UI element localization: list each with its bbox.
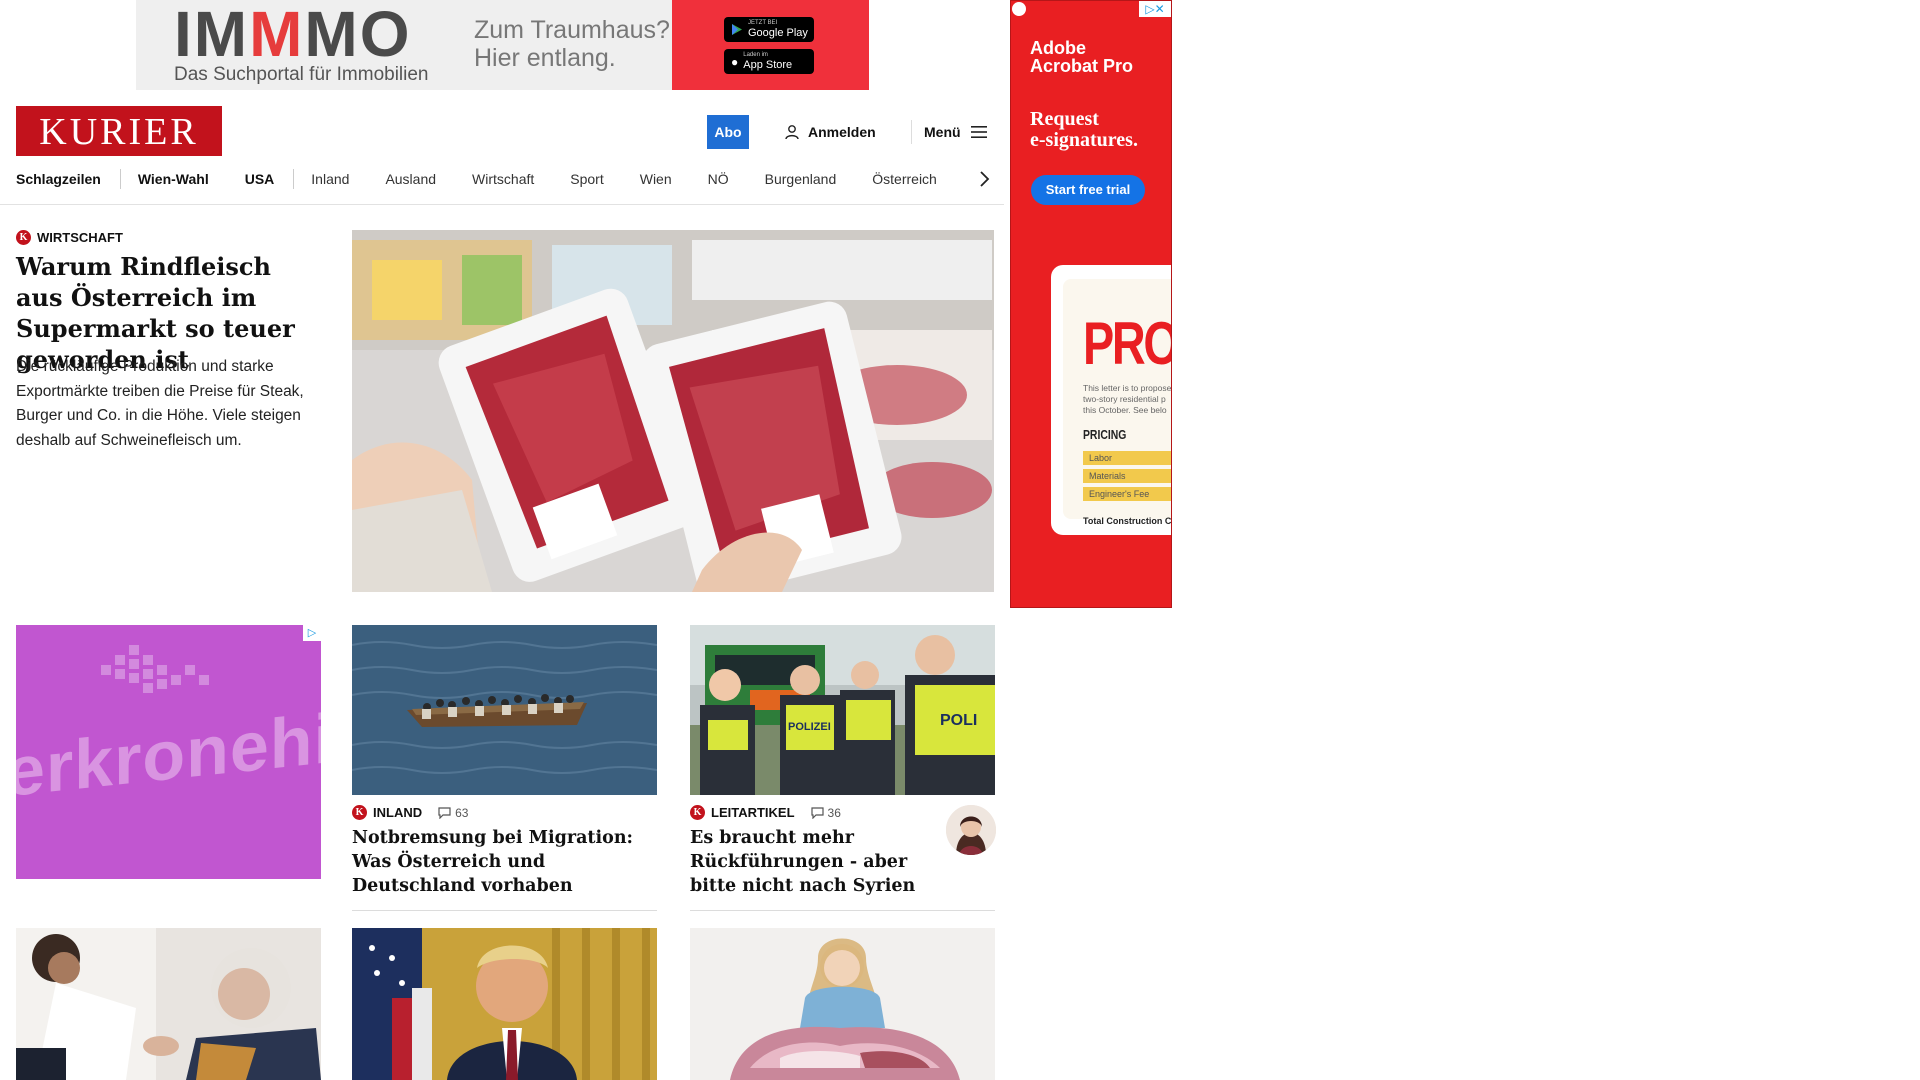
ad-headline: Request e-signatures. (1030, 108, 1138, 151)
card-image-nurse-elderly[interactable] (16, 928, 321, 1080)
card-1-comments[interactable]: 63 (438, 806, 468, 820)
lead-category[interactable]: K WIRTSCHAFT (16, 230, 123, 245)
card-divider (352, 910, 657, 911)
nav-item-usa[interactable]: USA (245, 171, 275, 187)
nav-item-ausland[interactable]: Ausland (385, 171, 436, 187)
lead-image-beef[interactable] (352, 230, 994, 592)
top-banner-ad[interactable]: IMMMO Das Suchportal für Immobilien Zum … (136, 0, 869, 90)
ad-brand: Adobe Acrobat Pro (1030, 38, 1134, 76)
kurier-badge-icon: K (352, 805, 367, 820)
google-play-button[interactable]: JETZT BEI Google Play (724, 17, 814, 42)
author-avatar[interactable] (946, 805, 996, 855)
card-2-headline[interactable]: Es braucht mehr Rückführungen - aber bit… (690, 826, 940, 898)
comment-icon (810, 806, 824, 819)
card-2-comments[interactable]: 36 (810, 806, 841, 820)
nav-separator (293, 169, 295, 189)
nav-item-noe[interactable]: NÖ (708, 171, 729, 187)
apple-icon: ● (731, 54, 739, 69)
comment-icon (438, 806, 451, 819)
krone-display-ad[interactable]: erkronehi ▷ (16, 625, 321, 879)
nav-item-burgenland[interactable]: Burgenland (765, 171, 837, 187)
ad-document-preview: PROP This letter is to propose two-story… (1051, 265, 1171, 535)
kurier-badge-icon: K (16, 230, 31, 245)
nav-item-inland[interactable]: Inland (311, 171, 349, 187)
header-divider (911, 120, 912, 144)
google-play-icon (732, 24, 742, 35)
lead-teaser: Die rückläufige Produktion und starke Ex… (16, 358, 304, 449)
menu-label: Menü (924, 124, 961, 140)
nav-item-wirtschaft[interactable]: Wirtschaft (472, 171, 534, 187)
immmo-store-panel: JETZT BEI Google Play ● Laden im App Store (672, 0, 869, 90)
user-icon (785, 125, 799, 140)
nav-item-schlagzeilen[interactable]: Schlagzeilen (16, 171, 101, 187)
immmo-claim: Zum Traumhaus? Hier entlang. (474, 16, 670, 72)
adchoices-icon[interactable]: ▷ (303, 625, 321, 641)
card-2-meta: K LEITARTIKEL 36 (690, 805, 841, 820)
menu-button[interactable]: Menü (924, 119, 987, 145)
card-1-headline[interactable]: Notbremsung bei Migration: Was Österreic… (352, 826, 657, 898)
main-nav: Schlagzeilen Wien-Wahl USA Inland Auslan… (16, 168, 973, 190)
nav-item-wien-wahl[interactable]: Wien-Wahl (138, 171, 209, 187)
login-label: Anmelden (808, 124, 876, 140)
adobe-skyscraper-ad[interactable]: ▷✕ Adobe Acrobat Pro Request e-signature… (1010, 0, 1172, 608)
ad-pattern (101, 645, 209, 693)
card-image-migrant-boat[interactable] (352, 625, 657, 795)
card-2-category[interactable]: LEITARTIKEL (711, 805, 795, 820)
nav-bottom-border (0, 204, 1004, 205)
start-free-trial-button[interactable]: Start free trial (1031, 175, 1145, 205)
immmo-tagline: Das Suchportal für Immobilien (174, 64, 429, 85)
abo-button[interactable]: Abo (707, 115, 749, 149)
krone-wordmark: erkronehi (16, 698, 321, 812)
lead-category-label: WIRTSCHAFT (37, 230, 123, 245)
kurier-logo[interactable]: KURIER (16, 106, 222, 156)
kurier-badge-icon: K (690, 805, 705, 820)
card-1-category[interactable]: INLAND (373, 805, 422, 820)
login-button[interactable]: Anmelden (784, 119, 876, 145)
ad-close-button[interactable]: ▷✕ (1139, 1, 1171, 17)
nav-item-wien[interactable]: Wien (640, 171, 672, 187)
police-vest-text: POLIZEI (788, 721, 831, 733)
nav-item-sport[interactable]: Sport (570, 171, 603, 187)
police-vest-text-2: POLI (940, 712, 977, 729)
card-1-meta: K INLAND 63 (352, 805, 468, 820)
chevron-right-icon (980, 171, 990, 187)
card-image-trump[interactable] (352, 928, 657, 1080)
adchoices-icon[interactable] (1012, 2, 1026, 16)
immmo-logo: IMMMO (174, 0, 412, 70)
card-image-police[interactable]: POLIZEI POLI (690, 625, 995, 795)
card-divider (690, 910, 995, 911)
nav-item-oesterreich[interactable]: Österreich (872, 171, 937, 187)
nav-separator (119, 169, 121, 189)
app-store-button[interactable]: ● Laden im App Store (724, 49, 814, 74)
hamburger-icon (970, 126, 987, 138)
card-image-clothes-pile[interactable] (690, 928, 995, 1080)
nav-scroll-right-button[interactable] (975, 168, 995, 190)
